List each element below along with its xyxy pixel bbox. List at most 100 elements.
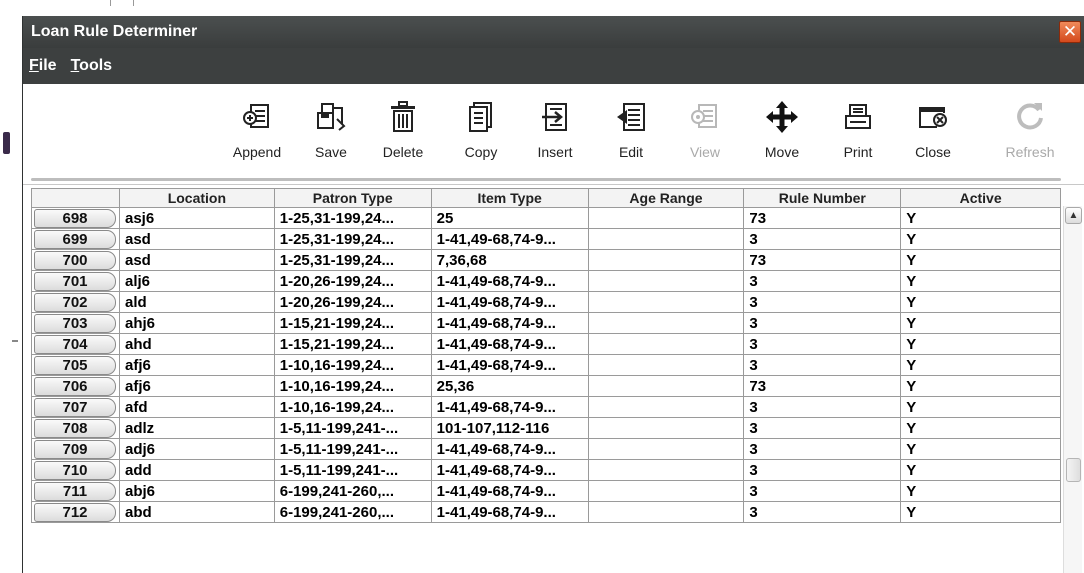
cell-age-range[interactable] xyxy=(587,249,745,271)
table-row[interactable]: 702 ald 1-20,26-199,24... 1-41,49-68,74-9..… xyxy=(31,291,1061,313)
view-button[interactable]: View xyxy=(668,100,742,176)
row-select-button[interactable]: 704 xyxy=(34,334,116,354)
refresh-button[interactable]: Refresh xyxy=(993,100,1067,176)
cell-item-type[interactable]: 25 xyxy=(430,207,589,229)
cell-patron-type[interactable]: 1-25,31-199,24... xyxy=(273,207,432,229)
append-button[interactable]: Append xyxy=(220,100,294,176)
cell-item-type[interactable]: 1-41,49-68,74-9... xyxy=(430,312,589,334)
column-header-item-type[interactable]: Item Type xyxy=(430,188,589,208)
cell-location[interactable]: asd xyxy=(118,228,275,250)
cell-item-type[interactable]: 1-41,49-68,74-9... xyxy=(430,438,589,460)
cell-patron-type[interactable]: 1-10,16-199,24... xyxy=(273,396,432,418)
column-header-location[interactable]: Location xyxy=(118,188,275,208)
cell-row-number[interactable]: 711 xyxy=(31,480,120,502)
cell-row-number[interactable]: 707 xyxy=(31,396,120,418)
cell-age-range[interactable] xyxy=(587,207,745,229)
cell-active[interactable]: Y xyxy=(900,228,1061,250)
cell-item-type[interactable]: 1-41,49-68,74-9... xyxy=(430,228,589,250)
cell-patron-type[interactable]: 1-25,31-199,24... xyxy=(273,249,432,271)
close-button[interactable]: Close xyxy=(896,100,970,176)
cell-location[interactable]: ahd xyxy=(118,333,275,355)
menu-file[interactable]: File xyxy=(29,57,57,75)
table-row[interactable]: 706 afj6 1-10,16-199,24... 25,36 73 Y xyxy=(31,375,1061,397)
cell-row-number[interactable]: 703 xyxy=(31,312,120,334)
cell-rule-number[interactable]: 3 xyxy=(743,291,902,313)
table-row[interactable]: 710 add 1-5,11-199,241-... 1-41,49-68,74-9.… xyxy=(31,459,1061,481)
table-row[interactable]: 711 abj6 6-199,241-260,... 1-41,49-68,74-9.… xyxy=(31,480,1061,502)
cell-rule-number[interactable]: 73 xyxy=(743,375,902,397)
row-select-button[interactable]: 702 xyxy=(34,292,116,312)
cell-row-number[interactable]: 710 xyxy=(31,459,120,481)
row-select-button[interactable]: 706 xyxy=(34,376,116,396)
cell-age-range[interactable] xyxy=(587,480,745,502)
scroll-up-button[interactable]: ▲ xyxy=(1065,207,1082,224)
cell-location[interactable]: adj6 xyxy=(118,438,275,460)
cell-rule-number[interactable]: 3 xyxy=(743,396,902,418)
cell-patron-type[interactable]: 1-25,31-199,24... xyxy=(273,228,432,250)
cell-row-number[interactable]: 709 xyxy=(31,438,120,460)
cell-patron-type[interactable]: 1-15,21-199,24... xyxy=(273,333,432,355)
cell-rule-number[interactable]: 3 xyxy=(743,312,902,334)
cell-active[interactable]: Y xyxy=(900,459,1061,481)
column-header-rule-number[interactable]: Rule Number xyxy=(743,188,902,208)
cell-location[interactable]: afj6 xyxy=(118,354,275,376)
delete-button[interactable]: Delete xyxy=(366,100,440,176)
table-row[interactable]: 712 abd 6-199,241-260,... 1-41,49-68,74-9..… xyxy=(31,501,1061,523)
table-row[interactable]: 703 ahj6 1-15,21-199,24... 1-41,49-68,74-9.… xyxy=(31,312,1061,334)
scroll-thumb[interactable] xyxy=(1066,458,1081,482)
cell-row-number[interactable]: 699 xyxy=(31,228,120,250)
cell-active[interactable]: Y xyxy=(900,375,1061,397)
cell-rule-number[interactable]: 3 xyxy=(743,228,902,250)
table-row[interactable]: 699 asd 1-25,31-199,24... 1-41,49-68,74-9..… xyxy=(31,228,1061,250)
cell-age-range[interactable] xyxy=(587,459,745,481)
cell-active[interactable]: Y xyxy=(900,249,1061,271)
table-row[interactable]: 700 asd 1-25,31-199,24... 7,36,68 73 Y xyxy=(31,249,1061,271)
cell-location[interactable]: ald xyxy=(118,291,275,313)
cell-rule-number[interactable]: 3 xyxy=(743,270,902,292)
cell-active[interactable]: Y xyxy=(900,354,1061,376)
cell-row-number[interactable]: 700 xyxy=(31,249,120,271)
cell-patron-type[interactable]: 1-20,26-199,24... xyxy=(273,270,432,292)
cell-active[interactable]: Y xyxy=(900,207,1061,229)
cell-active[interactable]: Y xyxy=(900,333,1061,355)
cell-location[interactable]: ahj6 xyxy=(118,312,275,334)
cell-row-number[interactable]: 704 xyxy=(31,333,120,355)
cell-item-type[interactable]: 7,36,68 xyxy=(430,249,589,271)
cell-age-range[interactable] xyxy=(587,312,745,334)
cell-active[interactable]: Y xyxy=(900,312,1061,334)
row-select-button[interactable]: 712 xyxy=(34,502,116,522)
column-header-patron-type[interactable]: Patron Type xyxy=(273,188,432,208)
cell-active[interactable]: Y xyxy=(900,480,1061,502)
cell-location[interactable]: afj6 xyxy=(118,375,275,397)
table-row[interactable]: 708 adlz 1-5,11-199,241-... 101-107,112-116… xyxy=(31,417,1061,439)
table-row[interactable]: 701 alj6 1-20,26-199,24... 1-41,49-68,74-9.… xyxy=(31,270,1061,292)
cell-age-range[interactable] xyxy=(587,501,745,523)
vertical-scrollbar[interactable]: ▲ xyxy=(1063,206,1082,573)
cell-active[interactable]: Y xyxy=(900,270,1061,292)
column-header-active[interactable]: Active xyxy=(900,188,1061,208)
row-select-button[interactable]: 711 xyxy=(34,481,116,501)
row-select-button[interactable]: 699 xyxy=(34,229,116,249)
menu-tools[interactable]: Tools xyxy=(71,57,112,75)
cell-item-type[interactable]: 1-41,49-68,74-9... xyxy=(430,354,589,376)
cell-active[interactable]: Y xyxy=(900,396,1061,418)
cell-age-range[interactable] xyxy=(587,396,745,418)
cell-active[interactable]: Y xyxy=(900,291,1061,313)
cell-patron-type[interactable]: 6-199,241-260,... xyxy=(273,480,432,502)
row-select-button[interactable]: 701 xyxy=(34,271,116,291)
insert-button[interactable]: Insert xyxy=(518,100,592,176)
cell-rule-number[interactable]: 73 xyxy=(743,249,902,271)
cell-item-type[interactable]: 101-107,112-116 xyxy=(430,417,589,439)
table-row[interactable]: 704 ahd 1-15,21-199,24... 1-41,49-68,74-9..… xyxy=(31,333,1061,355)
cell-age-range[interactable] xyxy=(587,354,745,376)
print-button[interactable]: Print xyxy=(821,100,895,176)
cell-patron-type[interactable]: 1-10,16-199,24... xyxy=(273,354,432,376)
table-row[interactable]: 709 adj6 1-5,11-199,241-... 1-41,49-68,74-9… xyxy=(31,438,1061,460)
cell-item-type[interactable]: 1-41,49-68,74-9... xyxy=(430,480,589,502)
cell-location[interactable]: afd xyxy=(118,396,275,418)
move-button[interactable]: Move xyxy=(745,100,819,176)
column-header-age-range[interactable]: Age Range xyxy=(587,188,745,208)
cell-row-number[interactable]: 712 xyxy=(31,501,120,523)
cell-location[interactable]: abj6 xyxy=(118,480,275,502)
cell-row-number[interactable]: 708 xyxy=(31,417,120,439)
